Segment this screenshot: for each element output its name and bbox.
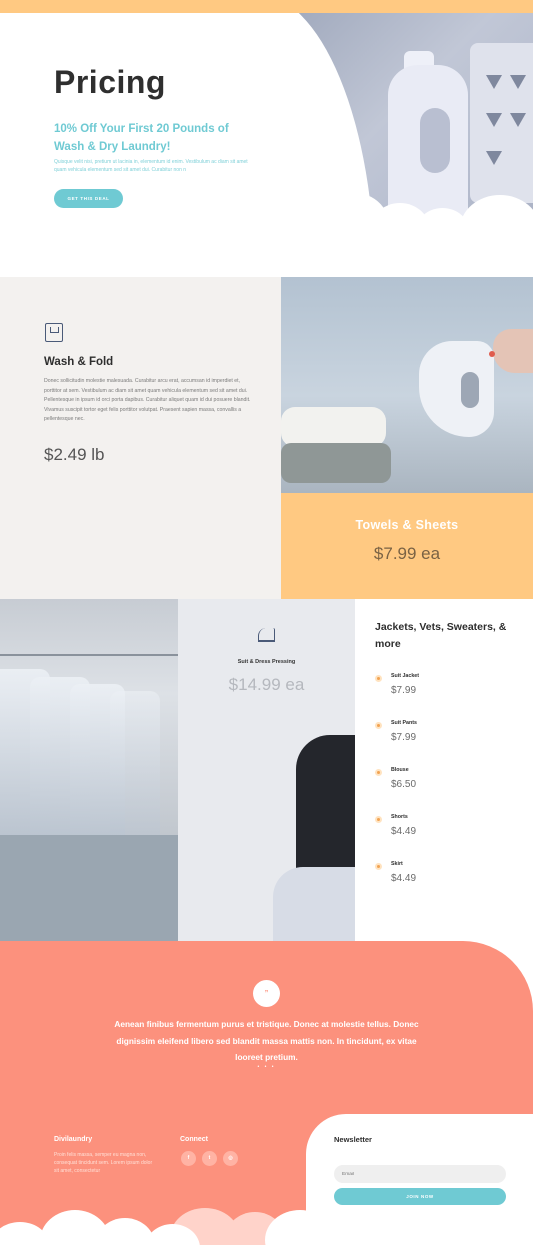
- item-name: Suit Pants: [391, 720, 417, 726]
- top-accent-bar: [0, 0, 533, 13]
- bullet-icon: [375, 816, 382, 823]
- join-now-button[interactable]: JOIN NOW: [334, 1188, 506, 1205]
- towels-sheets-title: Towels & Sheets: [355, 518, 459, 532]
- bullet-icon: [375, 722, 382, 729]
- email-input[interactable]: [334, 1165, 506, 1183]
- footer-connect-heading: Connect: [180, 1136, 208, 1143]
- newsletter-title: Newsletter: [334, 1135, 372, 1144]
- towels-sheets-price: $7.99 ea: [373, 544, 441, 563]
- item-name: Blouse: [391, 767, 409, 773]
- bullet-icon: [375, 863, 382, 870]
- shirt-icon: [45, 323, 63, 342]
- suit-pressing-card: [178, 599, 355, 941]
- wash-fold-price: $2.49 lb: [44, 445, 105, 464]
- item-name: Suit Jacket: [391, 673, 419, 679]
- item-price: $7.99: [391, 732, 417, 743]
- quote-icon: ”: [253, 980, 280, 1007]
- bullet-icon: [375, 675, 382, 682]
- footer-brand: Divilaundry: [54, 1136, 93, 1143]
- promo-description: Quisque velit nisi, pretium ut lacinia i…: [54, 159, 248, 173]
- shirts-image-footer-block: [0, 835, 178, 941]
- footer-brand-text: Proin felis massa, semper eu magna non, …: [54, 1152, 153, 1174]
- wash-fold-card: [0, 277, 281, 599]
- page-title: Pricing: [54, 64, 166, 100]
- item-price: $4.49: [391, 873, 417, 884]
- item-price: $6.50: [391, 779, 417, 790]
- promo-headline: 10% Off Your First 20 Pounds of Wash & D…: [54, 123, 229, 153]
- testimonial-pagination[interactable]: • • •: [253, 1064, 280, 1070]
- suit-pressing-price: $14.99 ea: [228, 675, 305, 694]
- iron-icon: [258, 628, 275, 642]
- wash-fold-title: Wash & Fold: [44, 356, 114, 368]
- get-deal-button[interactable]: GET THIS DEAL: [54, 189, 123, 208]
- item-price: $4.49: [391, 826, 417, 837]
- twitter-icon[interactable]: t: [202, 1151, 217, 1166]
- instagram-icon[interactable]: ◎: [223, 1151, 238, 1166]
- steamer-towels-image: [281, 277, 533, 493]
- item-name: Skirt: [391, 861, 403, 867]
- testimonial-quote: Aenean finibus fermentum purus et tristi…: [114, 1019, 419, 1062]
- dry-cleaned-shirts-image: [0, 599, 178, 835]
- bullet-icon: [375, 769, 382, 776]
- wash-fold-description: Donec sollicitudin molestie malesuada. C…: [44, 378, 251, 422]
- jackets-title: Jackets, Vets, Sweaters, & more: [375, 621, 507, 650]
- item-name: Shorts: [391, 814, 408, 820]
- suit-pressing-title: Suit & Dress Pressing: [237, 659, 296, 665]
- item-price: $7.99: [391, 685, 417, 696]
- facebook-icon[interactable]: f: [181, 1151, 196, 1166]
